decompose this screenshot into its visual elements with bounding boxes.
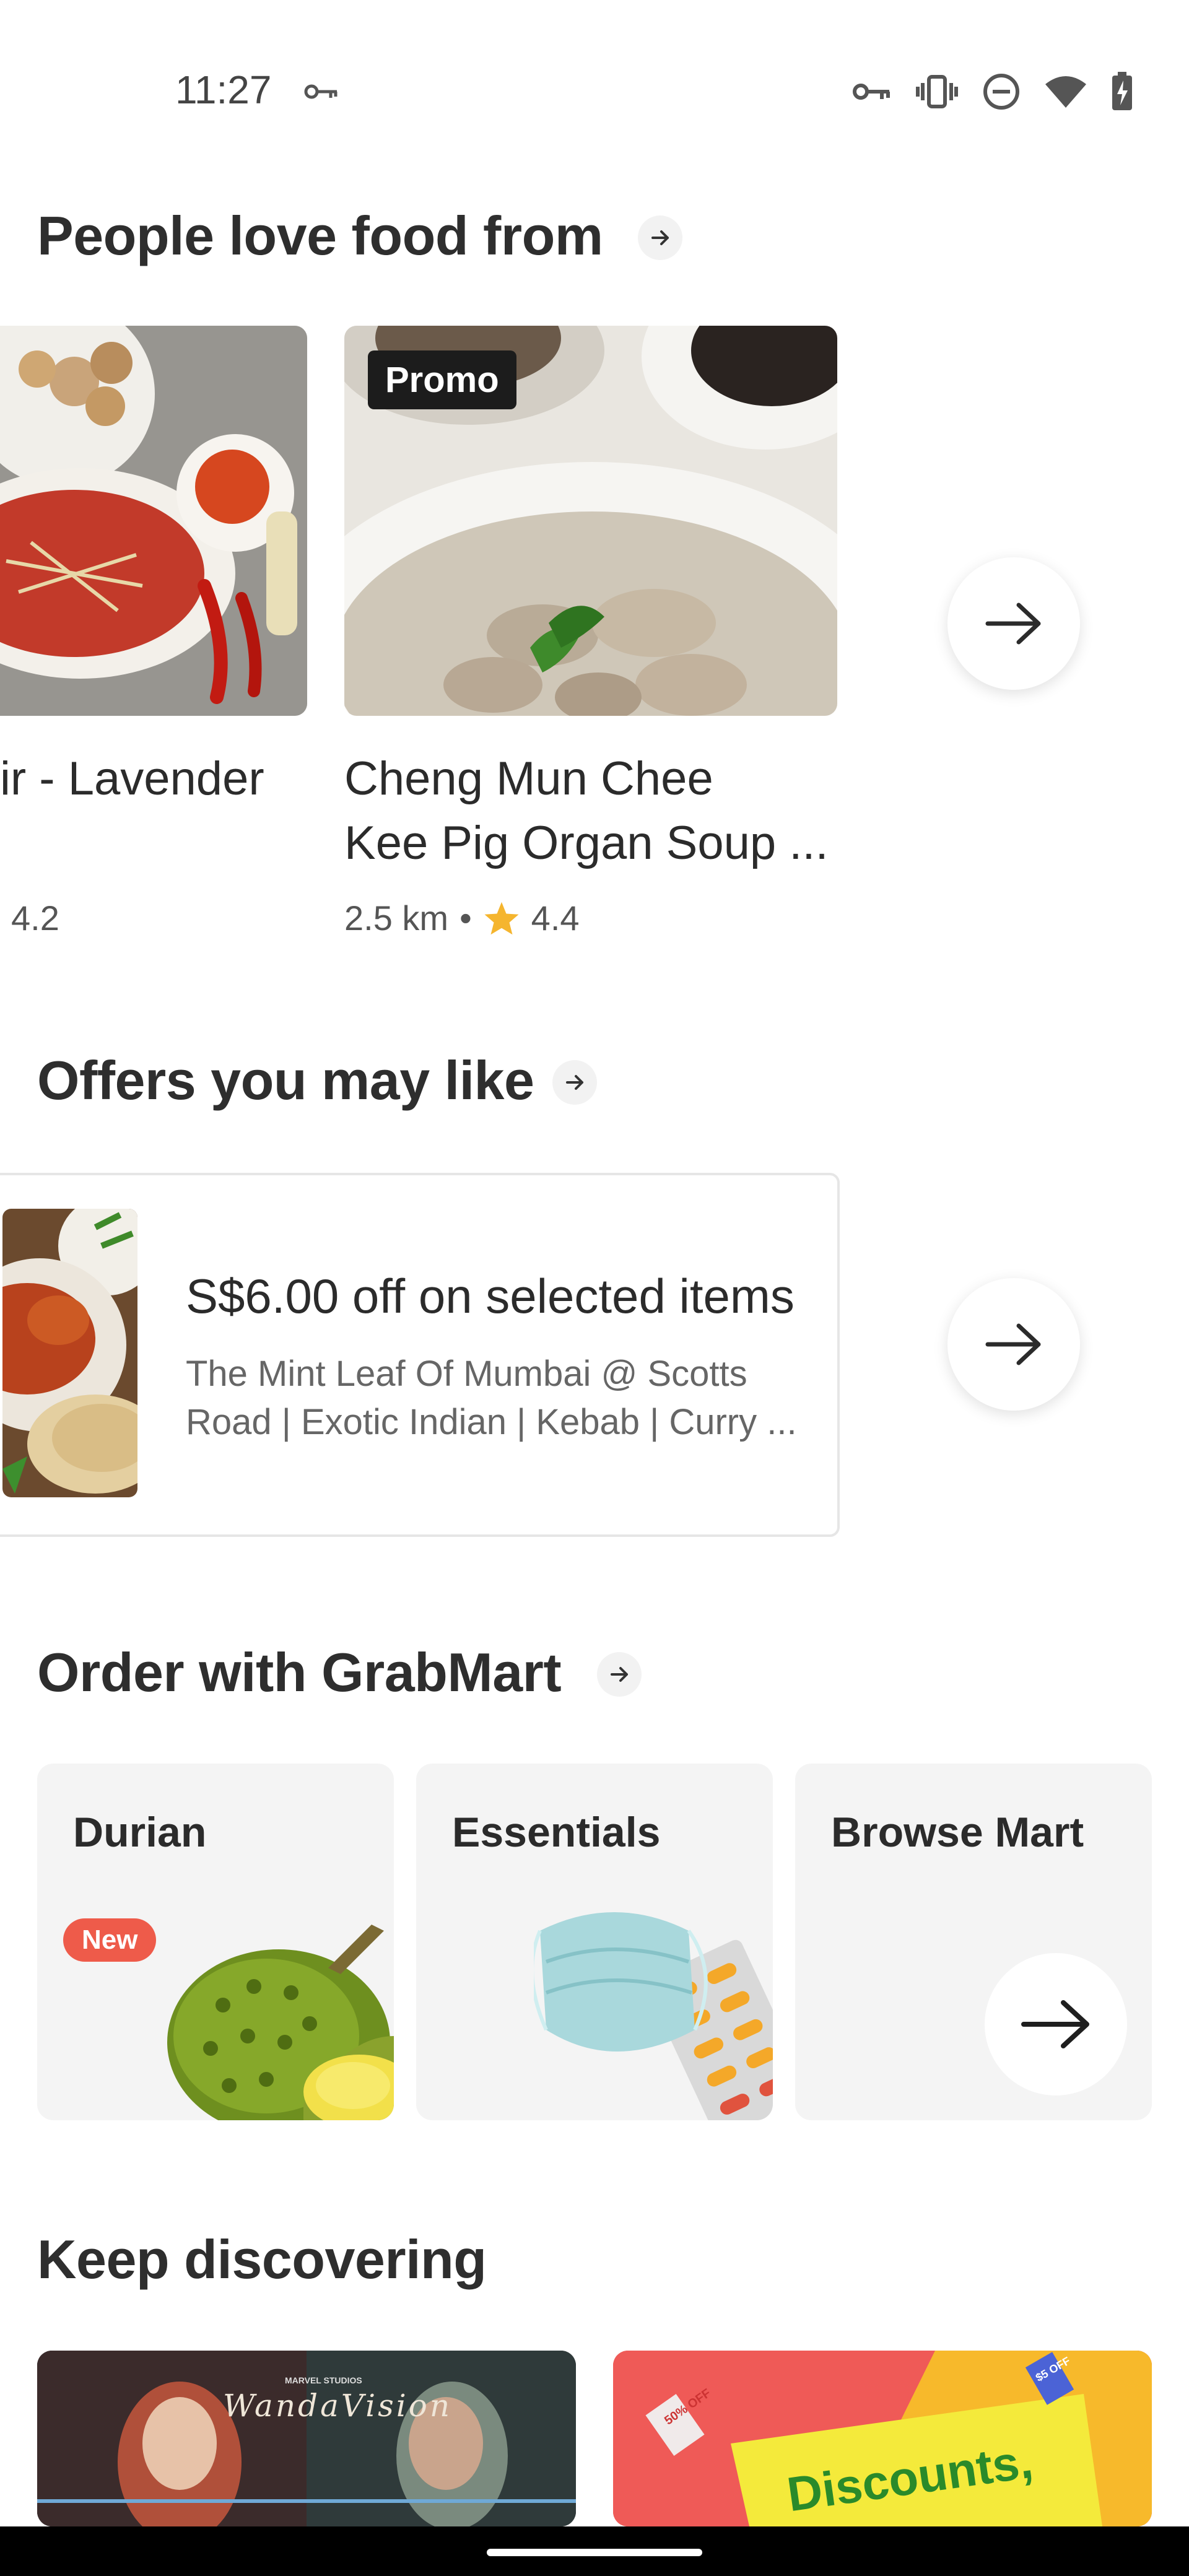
restaurant-name-line1[interactable]: Cheng Mun Chee bbox=[344, 747, 713, 811]
vibrate-icon bbox=[916, 75, 958, 108]
next-offers-button[interactable] bbox=[947, 1278, 1080, 1411]
offer-title: S$6.00 off on selected items bbox=[186, 1269, 795, 1323]
wifi-icon bbox=[1045, 76, 1086, 108]
grabmart-tile-essentials[interactable]: Essentials bbox=[416, 1764, 773, 2120]
section-title-discover: Keep discovering bbox=[37, 2229, 487, 2290]
discover-card-wandavision[interactable]: MARVEL STUDIOS WandaVision bbox=[37, 2351, 576, 2526]
restaurant-meta: 2.5 km • 4.4 bbox=[344, 898, 580, 938]
rating-value: 4.2 bbox=[11, 899, 59, 938]
arrow-right-icon bbox=[566, 1075, 583, 1090]
mask-and-pills-image bbox=[534, 1912, 773, 2120]
status-icons bbox=[852, 67, 1133, 116]
new-badge: New bbox=[63, 1918, 157, 1962]
section-title-offers: Offers you may like bbox=[37, 1050, 534, 1111]
home-gesture-handle[interactable] bbox=[487, 2549, 702, 2556]
section-title-people-love: People love food from bbox=[37, 205, 603, 266]
tile-label: Durian bbox=[73, 1809, 207, 1856]
grabmart-tile-browse[interactable]: Browse Mart bbox=[795, 1764, 1152, 2120]
battery-charging-icon bbox=[1112, 72, 1132, 110]
banner-title: WandaVision bbox=[223, 2388, 453, 2424]
meta-separator: • bbox=[459, 899, 472, 938]
browse-mart-arrow-button[interactable] bbox=[985, 1953, 1127, 2095]
see-all-offers-button[interactable] bbox=[552, 1060, 597, 1105]
banner-studio-label: MARVEL STUDIOS bbox=[285, 2375, 362, 2385]
tile-label: Browse Mart bbox=[831, 1809, 1084, 1856]
restaurant-card-image[interactable] bbox=[0, 326, 307, 716]
durian-image bbox=[167, 1925, 394, 2120]
rating-value: 4.4 bbox=[531, 899, 580, 938]
arrow-right-icon bbox=[985, 1323, 1041, 1365]
see-all-people-love-button[interactable] bbox=[638, 215, 682, 260]
next-restaurants-button[interactable] bbox=[947, 557, 1080, 690]
star-icon bbox=[484, 902, 519, 934]
restaurant-name[interactable]: ir - Lavender bbox=[0, 747, 264, 811]
section-title-grabmart: Order with GrabMart bbox=[37, 1642, 562, 1703]
food-photo-chicken bbox=[0, 326, 307, 716]
status-time: 11:27 bbox=[175, 67, 272, 112]
arrow-right-icon bbox=[651, 230, 669, 245]
offer-subtitle-line1: The Mint Leaf Of Mumbai @ Scotts bbox=[186, 1354, 747, 1394]
discover-card-discounts[interactable]: 50% OFF $5 OFF Discounts, bbox=[613, 2351, 1152, 2526]
distance: 2.5 km bbox=[344, 899, 449, 938]
arrow-right-icon bbox=[1021, 2000, 1089, 2048]
do-not-disturb-icon bbox=[983, 74, 1019, 110]
offer-image bbox=[2, 1209, 137, 1497]
restaurant-name-line2[interactable]: Kee Pig Organ Soup ... bbox=[344, 811, 829, 876]
arrow-right-icon bbox=[985, 603, 1041, 645]
grabmart-tile-durian[interactable]: Durian New bbox=[37, 1764, 394, 2120]
see-all-grabmart-button[interactable] bbox=[597, 1652, 642, 1697]
tile-label: Essentials bbox=[452, 1809, 661, 1856]
restaurant-meta: 4.2 bbox=[11, 898, 59, 938]
food-photo-tandoori bbox=[2, 1209, 137, 1497]
offer-subtitle-line2: Road | Exotic Indian | Kebab | Curry ... bbox=[186, 1402, 797, 1442]
promo-badge: Promo bbox=[368, 350, 516, 409]
key-icon bbox=[304, 84, 338, 99]
key-icon bbox=[853, 84, 890, 100]
offer-card[interactable]: S$6.00 off on selected items The Mint Le… bbox=[0, 1173, 840, 1537]
arrow-right-icon bbox=[611, 1667, 628, 1682]
